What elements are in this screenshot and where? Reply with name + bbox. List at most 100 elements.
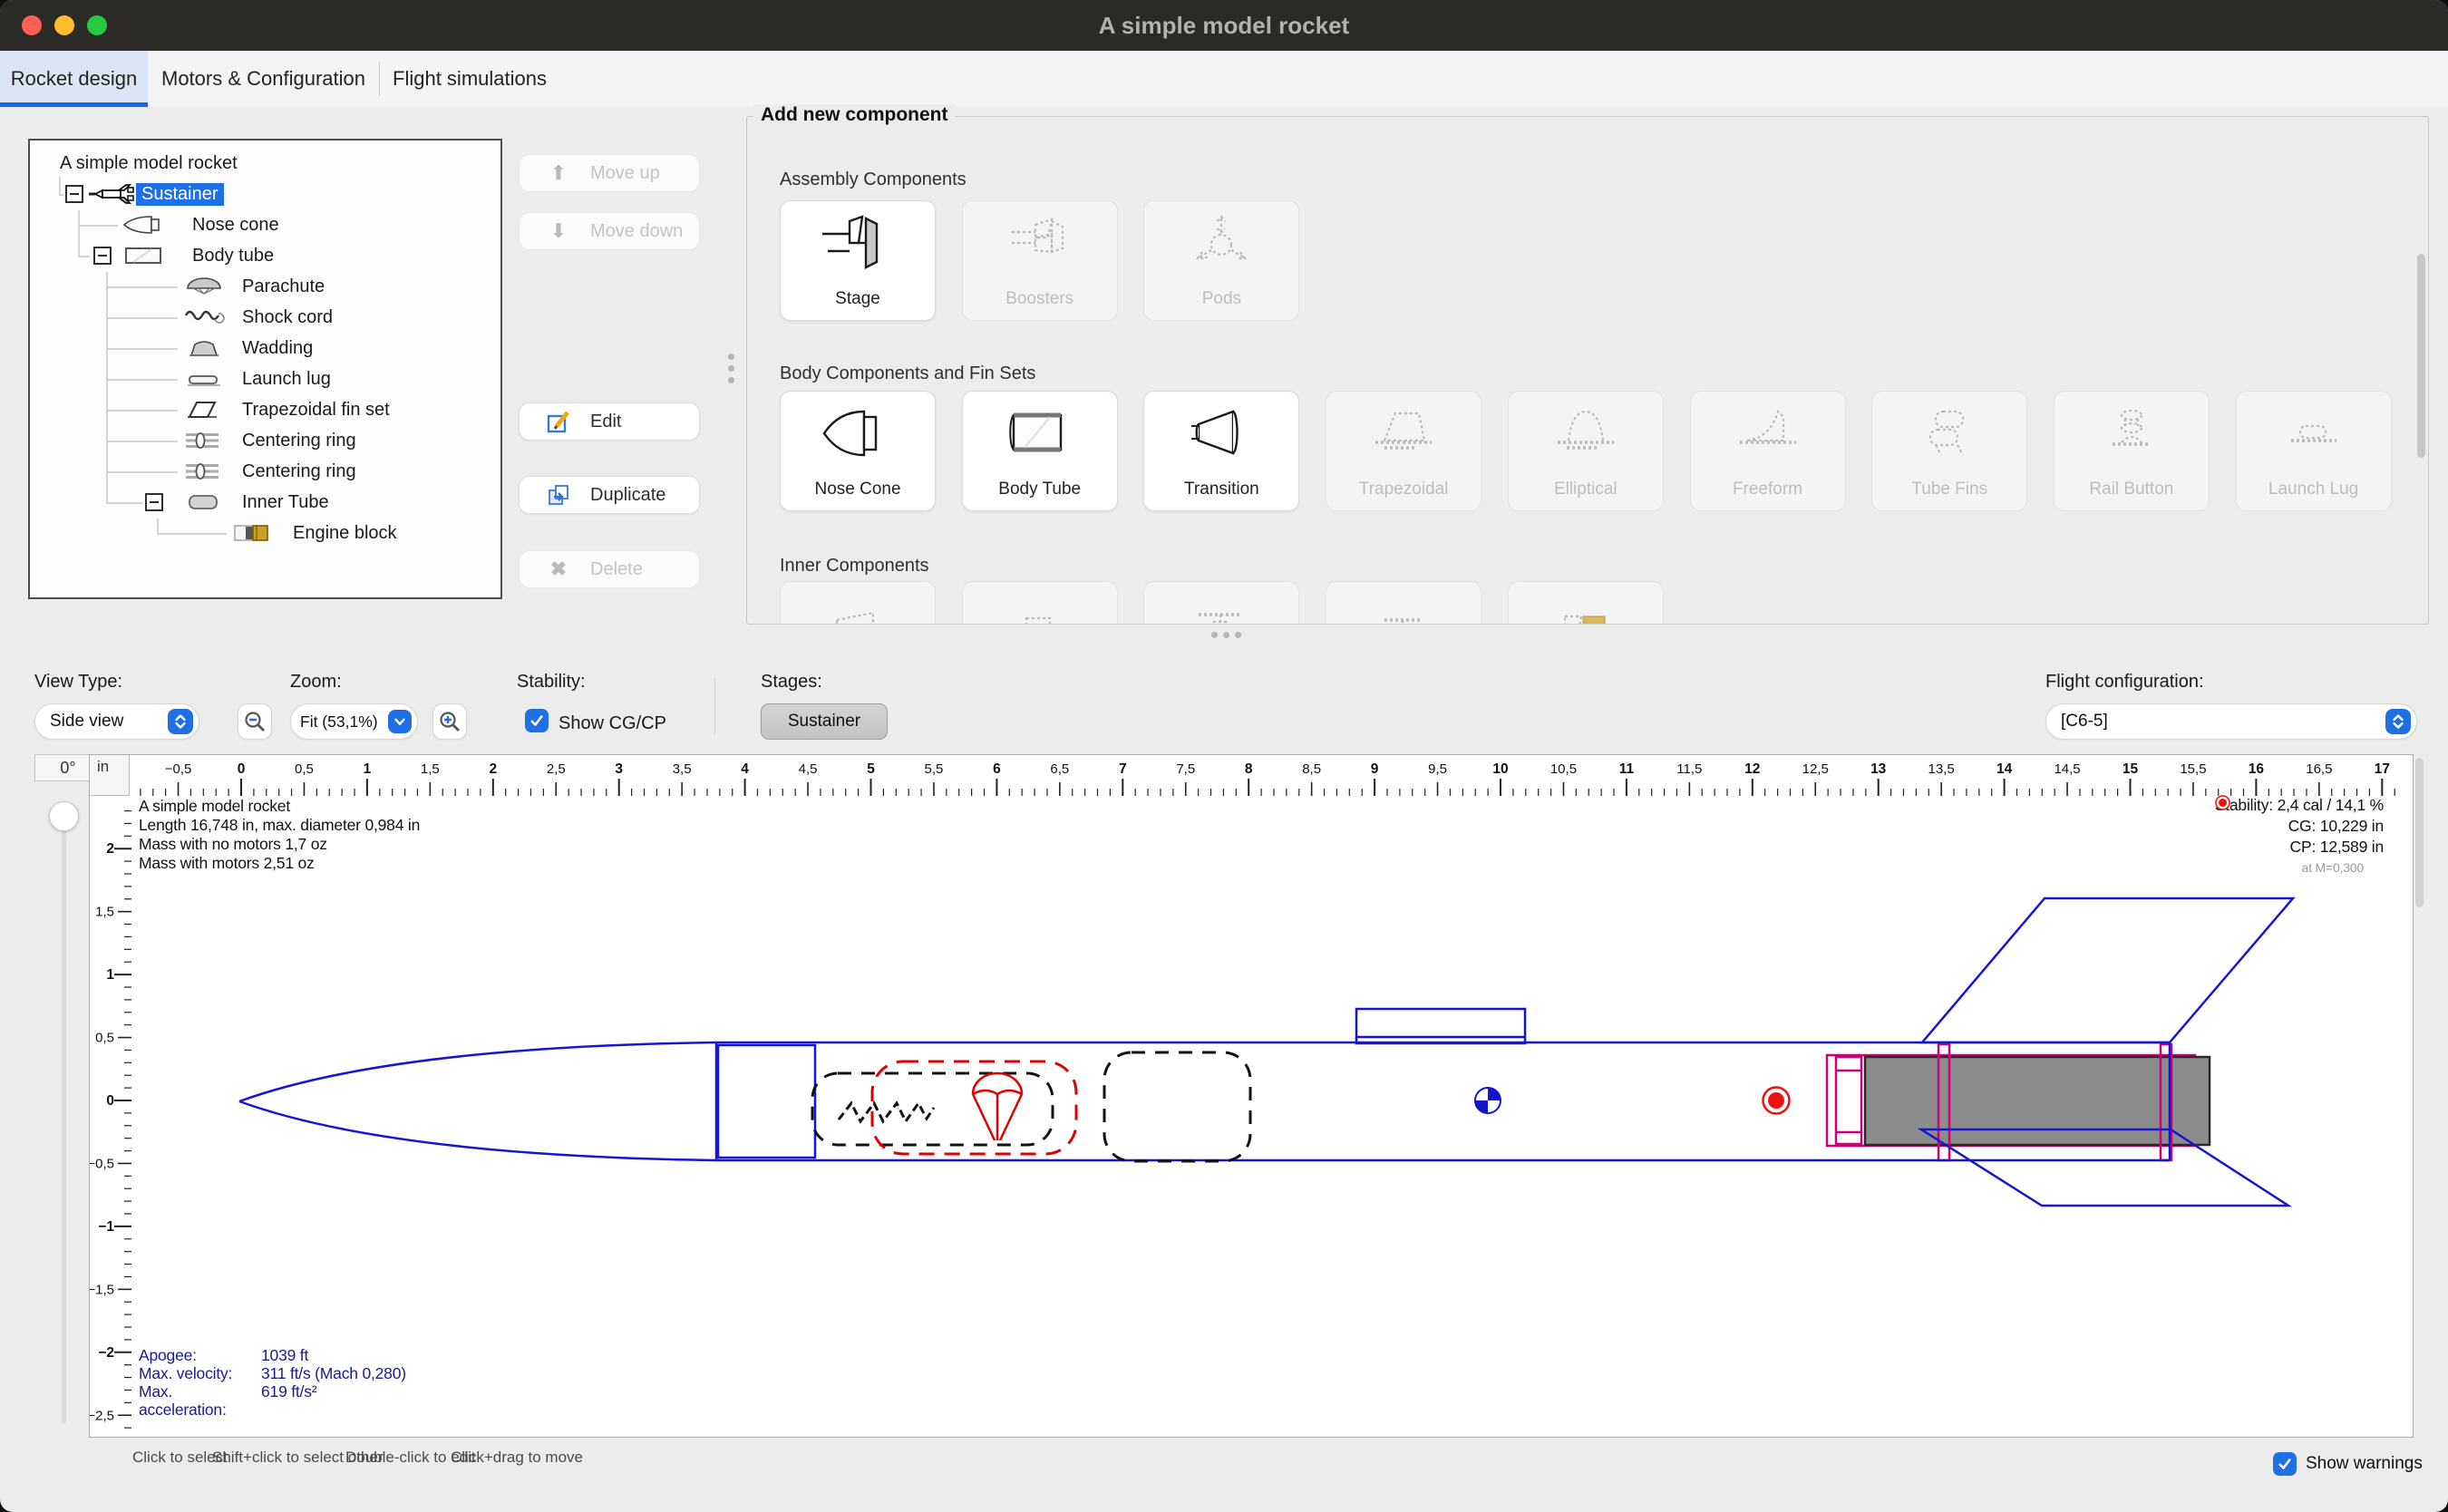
- arrow-up-icon: ⬆: [547, 161, 570, 185]
- add-inner-ring-tall-button[interactable]: [1143, 581, 1299, 625]
- stages-label: Stages:: [761, 672, 822, 693]
- show-warnings-label: Show warnings: [2306, 1454, 2423, 1474]
- canvas-scrollbar[interactable]: [2415, 758, 2424, 907]
- tree-item-label: Sustainer: [136, 183, 224, 206]
- add-elliptical-button[interactable]: Elliptical: [1508, 391, 1664, 511]
- add-transition-button[interactable]: Transition: [1143, 391, 1299, 511]
- add-inner-engine-block-button[interactable]: [1508, 581, 1664, 625]
- tab-motors-configuration[interactable]: Motors & Configuration: [148, 51, 379, 107]
- card-label: Transition: [1144, 480, 1298, 499]
- flight-config-select[interactable]: [C6-5]: [2045, 703, 2417, 740]
- shock-cord-icon: [180, 306, 228, 328]
- fin-top: [1922, 898, 2293, 1042]
- delete-button[interactable]: ✖ Delete: [519, 550, 700, 588]
- tree-item-inner-tube[interactable]: Inner Tube: [237, 487, 335, 518]
- launch-lug-icon: [180, 368, 228, 390]
- hint-text: Click+drag to move: [451, 1449, 583, 1467]
- shock-cord-squiggle: [839, 1103, 934, 1121]
- tree-connector: [157, 533, 227, 535]
- add-inner-ring-button[interactable]: [1326, 581, 1481, 625]
- boosters-icon: [963, 208, 1117, 277]
- chevron-down-icon: [388, 710, 412, 733]
- inner-tube-icon: [180, 491, 228, 513]
- cg-value: CG: 10,229 in: [2288, 816, 2384, 837]
- rotation-slider-track[interactable]: [62, 820, 66, 1423]
- tab-bar: Rocket design Motors & Configuration Fli…: [0, 51, 2448, 107]
- add-freeform-button[interactable]: Freeform: [1690, 391, 1846, 511]
- zoom-label: Zoom:: [290, 672, 342, 693]
- tree-expander-inner-tube[interactable]: [145, 493, 163, 511]
- tree-item-body-tube[interactable]: Body tube: [187, 240, 279, 271]
- tree-item-centering-ring[interactable]: Centering ring: [237, 456, 362, 487]
- tree-item-centering-ring[interactable]: Centering ring: [237, 425, 362, 456]
- tree-item-label: Shock cord: [237, 306, 338, 329]
- move-up-button[interactable]: ⬆ Move up: [519, 154, 700, 192]
- stat-value: 1039 ft: [261, 1346, 308, 1364]
- tree-item-shock-cord[interactable]: Shock cord: [237, 302, 338, 333]
- transition-icon: [1144, 399, 1298, 468]
- cp-value: CP: 12,589 in: [2290, 837, 2384, 858]
- add-stage-button[interactable]: Stage: [780, 200, 936, 321]
- add-rail-button-button[interactable]: Rail Button: [2054, 391, 2210, 511]
- tree-item-trapezoidal-fin-set[interactable]: Trapezoidal fin set: [237, 394, 395, 425]
- stability-info-block: Stability: 2,4 cal / 14,1 % CG: 10,229 i…: [2215, 795, 2384, 878]
- tree-expander-sustainer[interactable]: [65, 185, 83, 203]
- move-down-button[interactable]: ⬇ Move down: [519, 212, 700, 250]
- card-label: Boosters: [963, 289, 1117, 309]
- add-nose-cone-button[interactable]: Nose Cone: [780, 391, 936, 511]
- stage-toggle-sustainer[interactable]: Sustainer: [761, 703, 888, 740]
- add-panel-scrollbar[interactable]: [2417, 254, 2425, 458]
- add-inner-bulkhead-button[interactable]: [962, 581, 1118, 625]
- rotation-slider-knob[interactable]: [49, 801, 79, 831]
- edit-button[interactable]: Edit: [519, 402, 700, 441]
- show-warnings-checkbox[interactable]: [2273, 1452, 2297, 1476]
- tree-item-wadding[interactable]: Wadding: [237, 333, 318, 363]
- tree-item-sustainer[interactable]: Sustainer: [136, 179, 224, 209]
- tab-flight-simulations[interactable]: Flight simulations: [379, 51, 560, 107]
- magnifier-plus-icon: [438, 710, 461, 733]
- inner-engine-block-icon: [1509, 589, 1663, 625]
- flight-stats-block: Apogee:1039 ftMax. velocity:311 ft/s (Ma…: [139, 1346, 406, 1419]
- rocket-drawing: [90, 755, 2414, 1438]
- add-launch-lug-button[interactable]: Launch Lug: [2236, 391, 2392, 511]
- section-title: Body Components and Fin Sets: [780, 363, 1035, 384]
- add-tube-fins-button[interactable]: Tube Fins: [1871, 391, 2027, 511]
- zoom-out-button[interactable]: [238, 703, 272, 740]
- show-cgcp-checkbox[interactable]: [525, 709, 549, 732]
- check-icon: [2277, 1456, 2293, 1472]
- component-tree[interactable]: A simple model rocket Sustainer Nose coneB…: [28, 139, 502, 599]
- edit-pencil-icon: [547, 410, 570, 433]
- flight-stat-row: Apogee:1039 ft: [139, 1346, 406, 1364]
- duplicate-button[interactable]: Duplicate: [519, 476, 700, 514]
- add-inner-coupler-button[interactable]: [780, 581, 936, 625]
- tree-item-nose-cone[interactable]: Nose cone: [187, 209, 285, 240]
- tree-expander-body-tube[interactable]: [93, 247, 112, 265]
- add-trapezoidal-button[interactable]: Trapezoidal: [1326, 391, 1481, 511]
- add-body-tube-button[interactable]: Body Tube: [962, 391, 1118, 511]
- tree-item-launch-lug[interactable]: Launch lug: [237, 363, 336, 394]
- view-type-select[interactable]: Side view: [34, 703, 199, 740]
- rocket-canvas[interactable]: −0,500,511,522,533,544,555,566,577,588,5…: [89, 754, 2414, 1438]
- add-boosters-button[interactable]: Boosters: [962, 200, 1118, 321]
- tree-connector: [106, 502, 142, 504]
- parachute-glyph: [973, 1073, 1022, 1140]
- zoom-select[interactable]: Fit (53,1%): [290, 703, 418, 740]
- section-title: Inner Components: [780, 556, 929, 577]
- tree-item-a-simple-model-rocket[interactable]: A simple model rocket: [54, 148, 243, 179]
- inner-ring-icon: [1326, 589, 1481, 625]
- panel-splitter-grip[interactable]: [728, 354, 734, 383]
- tree-item-parachute[interactable]: Parachute: [237, 271, 330, 302]
- nose-cone-icon: [121, 214, 168, 236]
- tab-rocket-design[interactable]: Rocket design: [0, 51, 148, 107]
- tube-fins-icon: [1872, 399, 2026, 468]
- tree-item-label: Launch lug: [237, 368, 336, 391]
- tree-item-engine-block[interactable]: Engine block: [287, 518, 403, 548]
- tree-connector: [78, 256, 90, 257]
- stat-label: Apogee:: [139, 1346, 261, 1364]
- engine-block-outline: [1836, 1057, 1861, 1144]
- add-pods-button[interactable]: Pods: [1143, 200, 1299, 321]
- zoom-in-button[interactable]: [432, 703, 467, 740]
- horizontal-splitter-grip[interactable]: [1211, 632, 1241, 638]
- controls-divider: [714, 678, 715, 734]
- nose-cone-icon: [781, 399, 935, 468]
